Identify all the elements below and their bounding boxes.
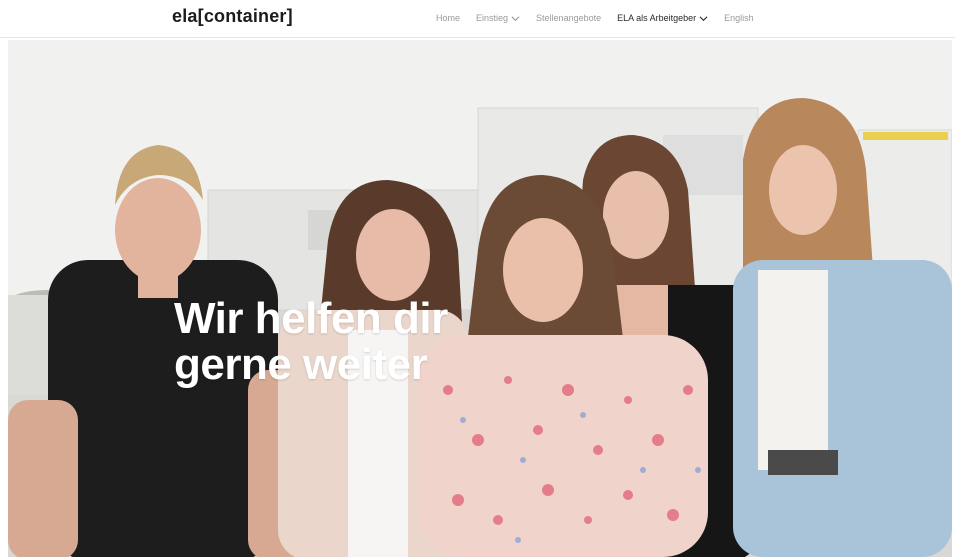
nav-item-label: Home <box>436 13 461 23</box>
main-nav: Home Einstieg Stellenangebote ELA als Ar… <box>436 13 754 23</box>
nav-item-ela-als-arbeitgeber[interactable]: ELA als Arbeitgeber <box>617 13 708 23</box>
nav-item-label: English <box>724 13 754 23</box>
nav-item-einstieg[interactable]: Einstieg <box>476 13 520 23</box>
chevron-down-icon <box>511 14 520 23</box>
hero-headline: Wir helfen dir gerne weiter <box>174 296 448 388</box>
nav-item-english[interactable]: English <box>724 13 754 23</box>
hero-banner: Wir helfen dir gerne weiter <box>8 40 952 557</box>
nav-item-home[interactable]: Home <box>436 13 460 23</box>
nav-item-label: ELA als Arbeitgeber <box>617 13 697 23</box>
nav-item-stellenangebote[interactable]: Stellenangebote <box>536 13 601 23</box>
nav-item-label: Einstieg <box>476 13 509 23</box>
team-photo <box>8 40 952 557</box>
chevron-down-icon <box>699 14 708 23</box>
hero-headline-line1: Wir helfen dir <box>174 294 448 343</box>
site-logo[interactable]: ela[container] <box>172 6 293 27</box>
nav-item-label: Stellenangebote <box>536 13 602 23</box>
hero-headline-line2: gerne weiter <box>174 340 428 389</box>
site-header: ela[container] Home Einstieg Stellenange… <box>0 0 955 38</box>
